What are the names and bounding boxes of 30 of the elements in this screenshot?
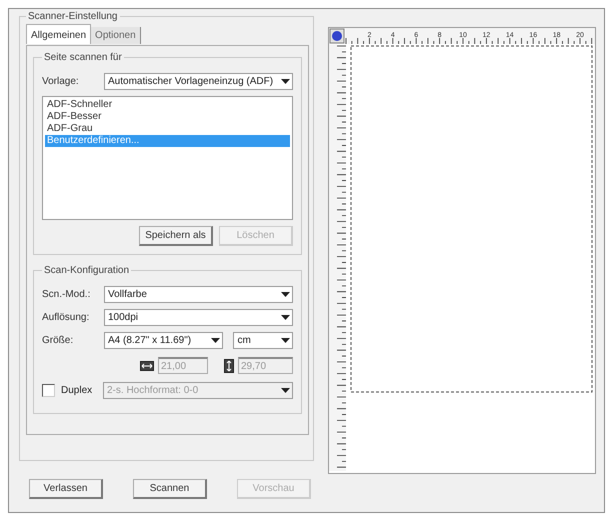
group-title: Scan-Konfiguration <box>43 265 130 276</box>
dropdown[interactable]: A4 (8.27" x 11.69") <box>104 332 224 349</box>
caret-icon <box>280 388 290 394</box>
checkbox-label: Duplex <box>61 385 94 396</box>
dropdown[interactable]: cm <box>233 332 293 349</box>
caret-icon <box>280 314 290 320</box>
action-button[interactable]: Scannen <box>133 479 207 499</box>
corner-icon <box>330 28 344 44</box>
field-label: Größe: <box>42 335 74 346</box>
group-title: Seite scannen für <box>43 52 123 63</box>
field-label: Auflösung: <box>42 312 90 323</box>
list-item[interactable]: ADF-Schneller <box>45 99 290 111</box>
field-label: Vorlage: <box>42 76 80 87</box>
list-item[interactable]: ADF-Grau <box>45 123 290 135</box>
dropdown[interactable]: Automatischer Vorlageneinzug (ADF) <box>104 73 293 90</box>
caret-icon <box>280 292 290 298</box>
dropdown[interactable]: Vollfarbe <box>104 286 293 303</box>
save-button[interactable]: Speichern als <box>139 226 213 246</box>
dropdown[interactable]: 100dpi <box>104 309 293 326</box>
tab[interactable]: Optionen <box>91 27 141 44</box>
width-icon <box>140 360 154 370</box>
field-label: Scn.-Mod.: <box>42 289 92 300</box>
list-item[interactable]: ADF-Besser <box>45 111 290 123</box>
action-button[interactable]: Verlassen <box>29 479 103 499</box>
group-title: Scanner-Einstellung <box>27 11 118 22</box>
caret-icon <box>280 338 290 344</box>
caret-icon <box>210 338 220 344</box>
height-icon <box>224 358 234 372</box>
tab[interactable]: Allgemeinen <box>26 24 92 44</box>
caret-icon <box>280 78 290 84</box>
